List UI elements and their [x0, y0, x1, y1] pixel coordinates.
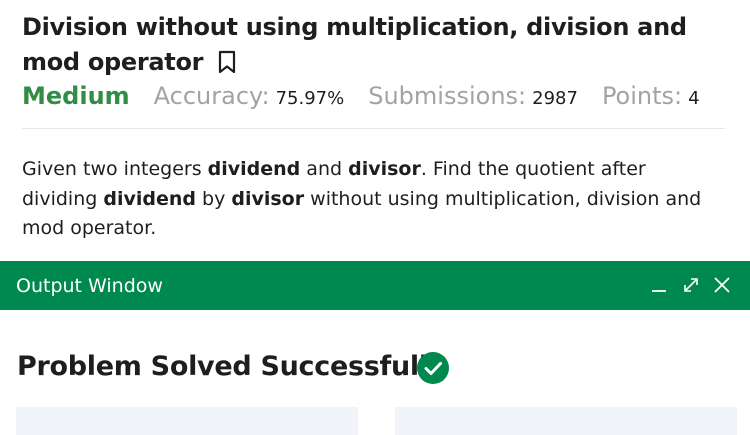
problem-meta: Medium Accuracy: 75.97% Submissions: 298… [22, 82, 732, 118]
desc-text: Given two integers [22, 158, 208, 180]
desc-keyword: dividend [207, 158, 301, 180]
check-circle-icon [417, 352, 449, 384]
desc-text: by [195, 187, 232, 210]
problem-panel: Division without using multiplication, d… [0, 0, 750, 261]
problem-title: Division without using multiplication, d… [22, 10, 722, 84]
output-window-body: Problem Solved Successfully [0, 310, 750, 435]
submissions-value: 2987 [532, 88, 578, 109]
desc-keyword: divisor [231, 187, 305, 210]
problem-description: Given two integers dividend and divisor.… [22, 155, 722, 244]
accuracy-label: Accuracy: [153, 82, 270, 110]
accuracy-value: 75.97% [275, 88, 345, 109]
desc-keyword: divisor [348, 158, 421, 180]
points-label: Points: [601, 82, 683, 110]
problem-title-text: Division without using multiplication, d… [22, 13, 687, 76]
minimize-icon[interactable] [649, 275, 669, 295]
close-icon[interactable] [712, 275, 732, 295]
output-window-title: Output Window [16, 275, 163, 297]
output-window-header: Output Window [0, 261, 750, 310]
result-panel-right [395, 407, 737, 435]
result-panel-left [16, 407, 358, 435]
bookmark-icon[interactable] [217, 49, 237, 84]
difficulty-badge: Medium [22, 82, 130, 110]
result-title: Problem Solved Successfully [17, 351, 446, 382]
desc-keyword: dividend [103, 187, 196, 210]
expand-icon[interactable] [681, 275, 701, 295]
desc-text: and [300, 158, 349, 180]
divider [22, 128, 725, 129]
submissions-label: Submissions: [368, 82, 527, 110]
points-value: 4 [688, 88, 700, 109]
